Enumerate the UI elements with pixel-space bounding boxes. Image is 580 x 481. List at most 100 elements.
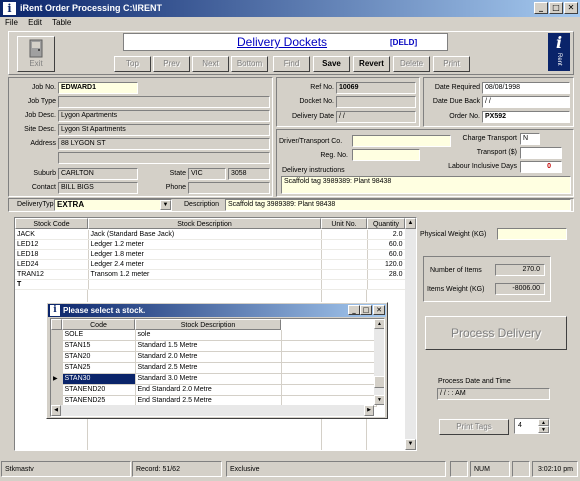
list-item[interactable]: SOLE sole xyxy=(51,330,377,341)
cell-code[interactable]: JACK xyxy=(15,230,89,240)
spinner-up-icon[interactable]: ▲ xyxy=(538,419,549,426)
delivery-instructions-input[interactable]: Scaffold tag 3989389: Plant 98438 xyxy=(281,176,571,194)
minimize-button[interactable]: _ xyxy=(534,2,548,14)
table-row[interactable]: LED18 Ledger 1.8 meter 60.0 xyxy=(15,249,406,260)
job-type-input[interactable] xyxy=(58,96,270,108)
print-tags-button[interactable]: Print Tags xyxy=(439,419,509,435)
reg-no-input[interactable] xyxy=(352,149,420,161)
spinner-down-icon[interactable]: ▼ xyxy=(538,426,549,433)
cell-unit[interactable] xyxy=(321,249,368,260)
grid-header-unit[interactable]: Unit No. xyxy=(321,218,367,229)
cell-unit[interactable] xyxy=(321,259,368,270)
delivery-date-input[interactable]: / / xyxy=(336,111,416,123)
charge-transport-input[interactable]: N xyxy=(520,133,540,145)
table-row[interactable]: LED24 Ledger 2.4 meter 120.0 xyxy=(15,259,406,270)
cell-quantity[interactable]: 28.0 xyxy=(367,269,406,280)
stock-description[interactable]: Standard 1.5 Metre xyxy=(135,340,282,352)
grid-header-code[interactable]: Stock Code xyxy=(15,218,88,229)
labour-days-input[interactable]: 0 xyxy=(520,161,562,173)
revert-button[interactable]: Revert xyxy=(353,56,390,72)
list-item[interactable]: STAN25 Standard 2.5 Metre xyxy=(51,362,377,374)
address-line1-input[interactable]: 88 LYGON ST xyxy=(58,138,270,150)
stock-list-hscroll[interactable]: ◀ ▶ xyxy=(51,405,374,416)
cell-quantity[interactable]: 60.0 xyxy=(367,239,406,250)
job-desc-input[interactable]: Lygon Apartments xyxy=(58,110,270,122)
cell-code[interactable]: LED18 xyxy=(15,249,89,260)
docket-no-input[interactable] xyxy=(336,96,416,108)
close-button[interactable]: ✕ xyxy=(564,2,578,14)
cell-code[interactable]: T xyxy=(15,279,89,290)
order-no-input[interactable]: PX592 xyxy=(482,111,570,123)
list-header-description[interactable]: Stock Description xyxy=(135,319,281,330)
next-button[interactable]: Next xyxy=(192,56,229,72)
grid-header-quantity[interactable]: Quantity xyxy=(367,218,405,229)
description-input[interactable]: Scaffold tag 3989389: Plant 98438 xyxy=(225,199,571,211)
dialog-maximize-button[interactable]: □ xyxy=(360,305,372,315)
cell-unit[interactable] xyxy=(321,239,368,250)
cell-description[interactable]: Ledger 1.2 meter xyxy=(88,239,322,250)
list-header-code[interactable]: Code xyxy=(62,319,135,330)
list-item[interactable]: STANEND20 End Standard 2.0 Metre xyxy=(51,384,377,396)
stock-code[interactable]: SOLE xyxy=(62,330,136,341)
menu-table[interactable]: Table xyxy=(52,17,71,29)
cell-code[interactable]: LED12 xyxy=(15,239,89,250)
bottom-button[interactable]: Bottom xyxy=(231,56,268,72)
process-date-input[interactable]: / / : : AM xyxy=(437,388,550,400)
print-button[interactable]: Print xyxy=(433,56,470,72)
phone-input[interactable] xyxy=(188,182,270,194)
cell-unit[interactable] xyxy=(321,230,368,240)
cell-description[interactable] xyxy=(88,279,322,290)
scroll-up-icon[interactable]: ▲ xyxy=(405,218,416,229)
delivery-type-select[interactable]: EXTRA xyxy=(54,199,172,211)
cell-description[interactable]: Ledger 1.8 meter xyxy=(88,249,322,260)
contact-input[interactable]: BILL BIGS xyxy=(58,182,138,194)
site-desc-input[interactable]: Lygon St Apartments xyxy=(58,124,270,136)
cell-quantity[interactable] xyxy=(367,279,406,290)
grid-header-description[interactable]: Stock Description xyxy=(88,218,321,229)
cell-quantity[interactable]: 120.0 xyxy=(367,259,406,270)
find-button[interactable]: Find xyxy=(273,56,310,72)
stock-code[interactable]: STAN25 xyxy=(62,362,136,374)
cell-quantity[interactable]: 60.0 xyxy=(367,249,406,260)
list-scroll-down-icon[interactable]: ▼ xyxy=(374,395,384,405)
dialog-minimize-button[interactable]: _ xyxy=(348,305,360,315)
scroll-down-icon[interactable]: ▼ xyxy=(405,439,416,450)
save-button[interactable]: Save xyxy=(313,56,350,72)
delivery-type-dropdown-icon[interactable]: ▼ xyxy=(160,200,171,210)
cell-code[interactable]: LED24 xyxy=(15,259,89,270)
stock-description[interactable]: Standard 3.0 Metre xyxy=(135,373,282,385)
stock-code[interactable]: STAN30 xyxy=(62,373,136,385)
stock-description[interactable]: Standard 2.5 Metre xyxy=(135,362,282,374)
list-item[interactable]: STAN20 Standard 2.0 Metre xyxy=(51,351,377,363)
list-item-selected[interactable]: ▶ STAN30 Standard 3.0 Metre xyxy=(51,373,377,385)
state-input[interactable]: VIC xyxy=(188,168,226,180)
list-item[interactable]: STAN15 Standard 1.5 Metre xyxy=(51,340,377,352)
table-row[interactable]: T xyxy=(15,279,406,290)
prev-button[interactable]: Prev xyxy=(153,56,190,72)
stock-list-vscroll[interactable]: ▲ ▼ xyxy=(374,319,384,405)
job-no-input[interactable]: EDWARD1 xyxy=(58,82,138,94)
postcode-input[interactable]: 3058 xyxy=(228,168,270,180)
driver-input[interactable] xyxy=(352,135,451,147)
date-due-input[interactable]: / / xyxy=(482,96,570,108)
cell-quantity[interactable]: 2.0 xyxy=(367,230,406,240)
menu-file[interactable]: File xyxy=(5,17,18,29)
exit-button[interactable]: Exit xyxy=(17,36,55,72)
table-row[interactable]: TRAN12 Transom 1.2 meter 28.0 xyxy=(15,269,406,280)
date-required-input[interactable]: 08/08/1998 xyxy=(482,82,570,94)
list-scroll-left-icon[interactable]: ◀ xyxy=(51,405,61,416)
table-row[interactable]: JACK Jack (Standard Base Jack) 2.0 xyxy=(15,230,406,240)
stock-code[interactable]: STAN15 xyxy=(62,340,136,352)
top-button[interactable]: Top xyxy=(114,56,151,72)
list-scroll-thumb[interactable] xyxy=(374,376,384,388)
physical-weight-input[interactable] xyxy=(497,228,567,240)
dialog-close-button[interactable]: ✕ xyxy=(373,305,385,315)
grid-scrollbar[interactable]: ▲ ▼ xyxy=(405,218,416,450)
stock-code[interactable]: STANEND20 xyxy=(62,384,136,396)
cell-unit[interactable] xyxy=(321,279,368,290)
menu-edit[interactable]: Edit xyxy=(28,17,42,29)
cell-description[interactable]: Transom 1.2 meter xyxy=(88,269,322,280)
cell-code[interactable]: TRAN12 xyxy=(15,269,89,280)
suburb-input[interactable]: CARLTON xyxy=(58,168,138,180)
cell-description[interactable]: Ledger 2.4 meter xyxy=(88,259,322,270)
